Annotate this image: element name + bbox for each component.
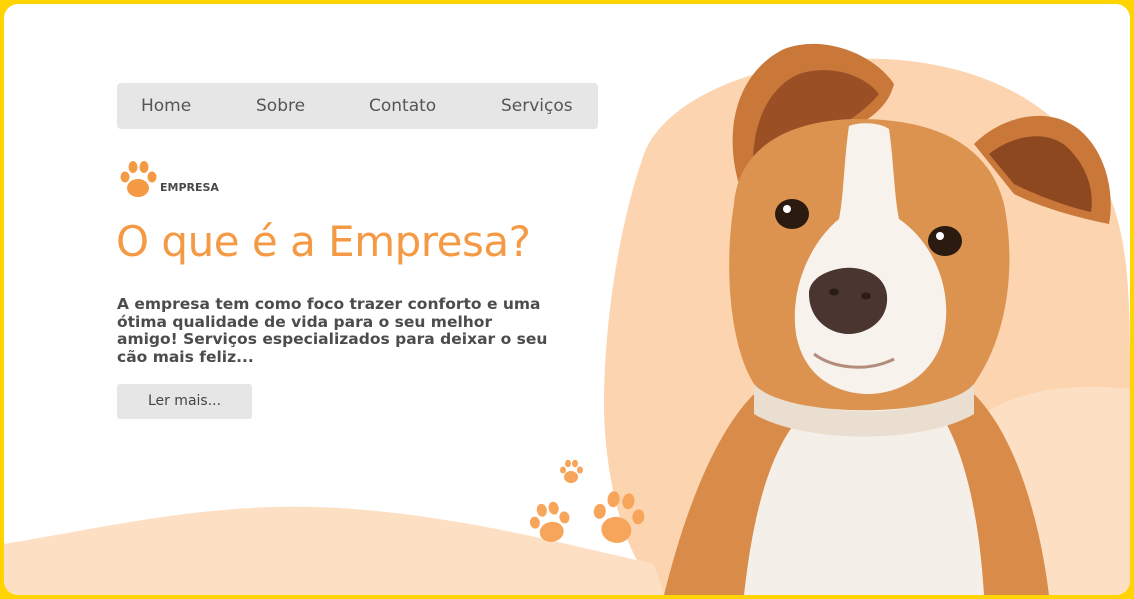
paw-icon [120, 161, 157, 197]
paw-print-icon [593, 491, 645, 543]
paw-print-icon [560, 459, 583, 483]
page-frame: Home Sobre Contato Serviços EMPRESA O qu… [4, 4, 1130, 595]
dog-illustration [664, 43, 1111, 595]
main-nav: Home Sobre Contato Serviços [117, 83, 598, 129]
page-title: O que é a Empresa? [116, 217, 531, 266]
paw-prints-decoration [529, 459, 645, 543]
read-more-button[interactable]: Ler mais... [117, 384, 252, 419]
nav-servicos-link[interactable]: Serviços [501, 96, 573, 116]
brand-label: EMPRESA [160, 181, 219, 194]
nav-contato-link[interactable]: Contato [369, 96, 436, 116]
nav-home-link[interactable]: Home [141, 96, 191, 116]
paw-print-icon [529, 501, 570, 542]
hero-description: A empresa tem como foco trazer conforto … [117, 295, 548, 366]
nav-sobre-link[interactable]: Sobre [256, 96, 305, 116]
